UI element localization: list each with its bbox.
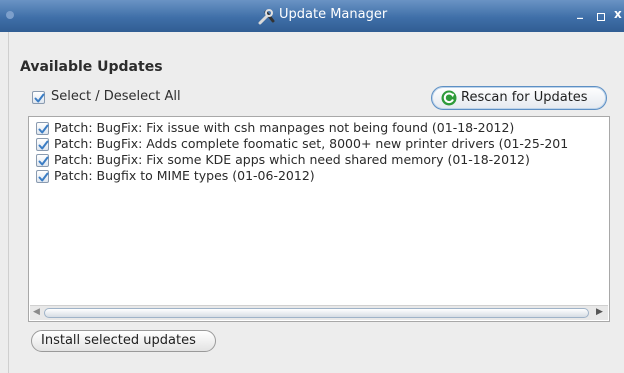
rescan-button[interactable]: Rescan for Updates	[431, 86, 607, 110]
rescan-button-label: Rescan for Updates	[461, 90, 588, 105]
tools-icon	[258, 9, 276, 25]
minimize-button[interactable]: _	[577, 5, 583, 19]
scrollbar-thumb[interactable]	[44, 308, 589, 318]
update-checkbox[interactable]	[36, 138, 49, 151]
update-checkbox[interactable]	[36, 154, 49, 167]
close-button[interactable]: x	[614, 7, 622, 21]
select-all-label[interactable]: Select / Deselect All	[51, 89, 181, 104]
list-item[interactable]: Patch: BugFix: Adds complete foomatic se…	[29, 136, 609, 152]
checkmark-icon	[38, 156, 49, 166]
checkmark-icon	[38, 140, 49, 150]
updates-list[interactable]: Patch: BugFix: Fix issue with csh manpag…	[28, 116, 610, 322]
install-button-label: Install selected updates	[41, 333, 196, 348]
window-title: Update Manager	[279, 7, 388, 22]
window-border	[8, 32, 9, 373]
list-item[interactable]: Patch: BugFix: Fix issue with csh manpag…	[29, 120, 609, 136]
update-label: Patch: BugFix: Fix issue with csh manpag…	[54, 120, 515, 135]
page-title: Available Updates	[20, 59, 163, 75]
update-label: Patch: BugFix: Fix some KDE apps which n…	[54, 152, 530, 167]
update-manager-window: Update Manager _ x Available Updates Sel…	[0, 0, 624, 373]
maximize-button[interactable]	[597, 13, 605, 21]
update-checkbox[interactable]	[36, 122, 49, 135]
checkmark-icon	[34, 93, 45, 103]
horizontal-scrollbar[interactable]: ◀ ▶	[30, 305, 608, 320]
checkmark-icon	[38, 124, 49, 134]
checkmark-icon	[38, 172, 49, 182]
update-checkbox[interactable]	[36, 170, 49, 183]
update-label: Patch: BugFix: Adds complete foomatic se…	[54, 136, 569, 151]
scroll-right-arrow-icon[interactable]: ▶	[596, 307, 603, 317]
update-label: Patch: Bugfix to MIME types (01-06-2012)	[54, 168, 315, 183]
select-all-checkbox[interactable]	[32, 91, 45, 104]
title-bar[interactable]: Update Manager _ x	[0, 0, 624, 32]
refresh-icon	[441, 90, 457, 106]
scroll-left-arrow-icon[interactable]: ◀	[33, 307, 40, 317]
list-item[interactable]: Patch: BugFix: Fix some KDE apps which n…	[29, 152, 609, 168]
window-menu-icon[interactable]	[6, 11, 14, 19]
list-item[interactable]: Patch: Bugfix to MIME types (01-06-2012)	[29, 168, 609, 184]
install-selected-button[interactable]: Install selected updates	[31, 330, 216, 352]
